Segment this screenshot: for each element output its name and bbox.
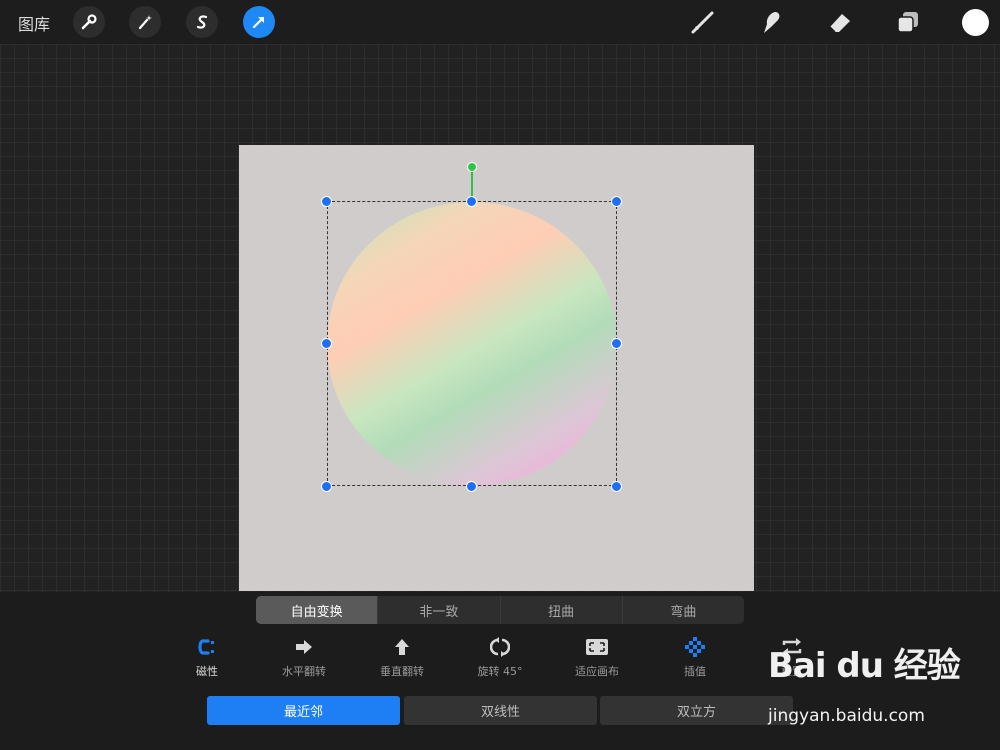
- selection-bounding-box[interactable]: [327, 201, 617, 486]
- watermark-logo: Bai du 经验: [768, 646, 961, 686]
- handle-bottom-right[interactable]: [611, 481, 622, 492]
- fit-canvas-label: 适应画布: [575, 665, 619, 678]
- tab-warp[interactable]: 弯曲: [623, 596, 744, 624]
- magnet-button[interactable]: 磁性: [162, 636, 252, 679]
- layers-icon[interactable]: [893, 8, 923, 36]
- handle-bottom-center[interactable]: [466, 481, 477, 492]
- flip-horizontal-button[interactable]: 水平翻转: [259, 636, 349, 679]
- brush-icon[interactable]: [688, 8, 718, 36]
- magic-wand-icon[interactable]: [129, 6, 161, 38]
- arrow-up-icon: [357, 636, 447, 658]
- rotate-icon: [455, 636, 545, 658]
- transform-mode-tabs: 自由变换 非一致 扭曲 弯曲: [256, 596, 744, 624]
- interpolation-label: 插值: [684, 665, 706, 678]
- handle-top-center[interactable]: [466, 196, 477, 207]
- gallery-button[interactable]: 图库: [18, 11, 50, 35]
- color-picker-swatch[interactable]: [962, 9, 989, 36]
- flip-vertical-button[interactable]: 垂直翻转: [357, 636, 447, 679]
- interpolation-button[interactable]: 插值: [650, 636, 740, 679]
- handle-top-right[interactable]: [611, 196, 622, 207]
- transform-arrow-icon[interactable]: [243, 6, 275, 38]
- interp-nearest-button[interactable]: 最近邻: [207, 696, 400, 725]
- tab-free-transform[interactable]: 自由变换: [256, 596, 379, 624]
- flip-vertical-label: 垂直翻转: [380, 665, 424, 678]
- handle-middle-right[interactable]: [611, 338, 622, 349]
- watermark-url: jingyan.baidu.com: [768, 706, 925, 726]
- magnet-icon: [162, 636, 252, 658]
- rotation-handle[interactable]: [467, 162, 477, 172]
- handle-bottom-left[interactable]: [321, 481, 332, 492]
- baidu-watermark: Bai du 经验 jingyan.baidu.com: [768, 638, 998, 728]
- interp-bilinear-button[interactable]: 双线性: [404, 696, 597, 725]
- rotate-45-button[interactable]: 旋转 45°: [455, 636, 545, 679]
- wrench-icon[interactable]: [73, 6, 105, 38]
- fit-canvas-icon: [552, 636, 642, 658]
- rotate-45-label: 旋转 45°: [477, 665, 523, 678]
- selection-s-icon[interactable]: [186, 6, 218, 38]
- top-toolbar: 图库: [0, 0, 1000, 45]
- tab-non-uniform[interactable]: 非一致: [378, 596, 501, 624]
- interpolation-grid-icon: [650, 636, 740, 658]
- arrow-right-icon: [259, 636, 349, 658]
- tab-distort[interactable]: 扭曲: [501, 596, 623, 624]
- smudge-icon[interactable]: [756, 8, 786, 36]
- interp-bicubic-button[interactable]: 双立方: [600, 696, 793, 725]
- handle-top-left[interactable]: [321, 196, 332, 207]
- handle-middle-left[interactable]: [321, 338, 332, 349]
- fit-canvas-button[interactable]: 适应画布: [552, 636, 642, 679]
- flip-horizontal-label: 水平翻转: [282, 665, 326, 678]
- eraser-icon[interactable]: [825, 8, 855, 36]
- magnet-label: 磁性: [196, 665, 218, 678]
